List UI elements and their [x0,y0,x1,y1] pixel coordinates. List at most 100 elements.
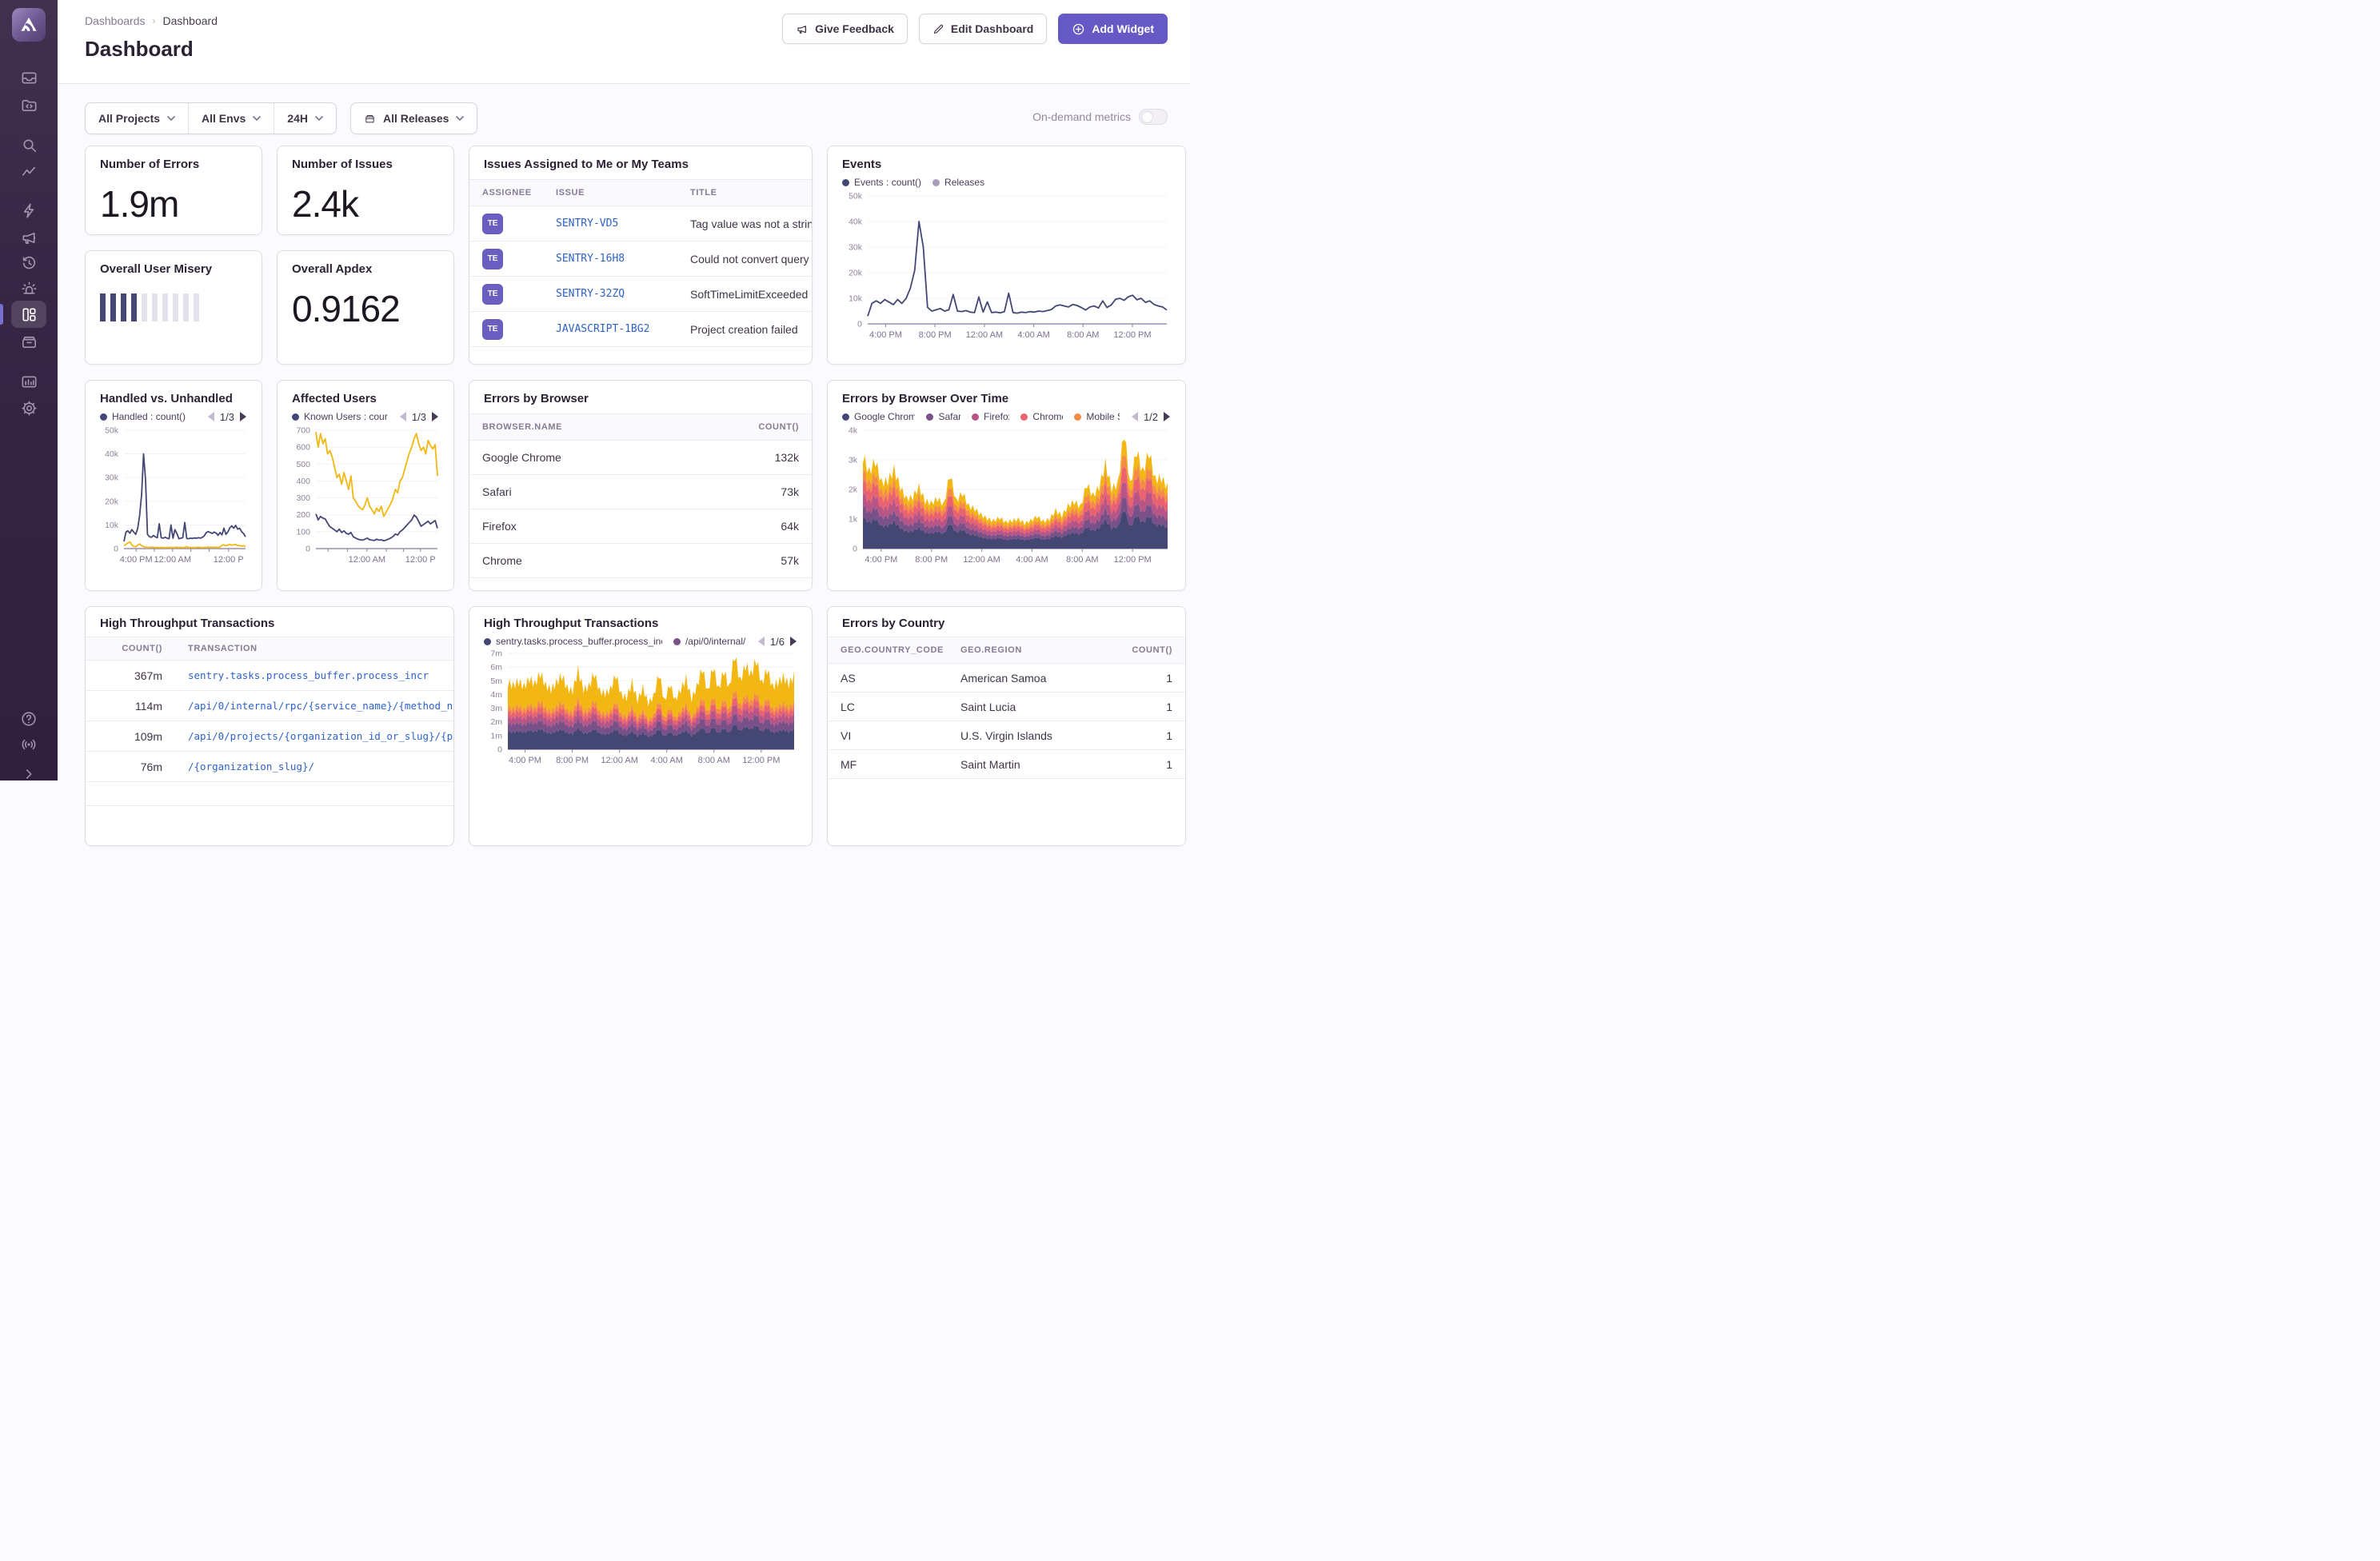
number-of-errors-value: 1.9m [100,182,247,226]
sidebar-item-feedback[interactable] [0,225,58,249]
release-filter-group: All Releases [350,102,478,134]
legend-item[interactable]: sentry.tasks.process_buffer.process_incr [484,636,662,647]
misery-bar-empty [152,293,158,321]
sidebar-item-issues[interactable] [0,66,58,90]
svg-text:4:00 PM: 4:00 PM [509,756,541,765]
issue-row: TEJAVASCRIPT-1BG2Project creation failed [469,312,812,347]
sidebar-item-performance[interactable] [0,159,58,183]
gear-icon [20,399,38,417]
sidebar-item-alerts[interactable] [0,277,58,301]
legend-label: Google Chrome [854,411,915,422]
widget-events: Events Events : count()Releases 010k20k3… [827,146,1186,365]
legend-item[interactable]: Mobile S [1074,411,1120,422]
legend-dot [100,413,107,421]
legend-item[interactable]: Handled : count() [100,411,186,422]
date-range-filter[interactable]: 24H [274,103,336,134]
pager-next-icon[interactable] [432,412,439,421]
svg-text:3k: 3k [849,456,858,465]
legend-item[interactable]: Chrome [1020,411,1063,422]
svg-text:12:00 AM: 12:00 AM [963,555,1000,565]
sidebar-item-dashboards[interactable] [0,302,58,326]
environment-filter-label: All Envs [202,112,246,125]
legend-item[interactable]: Events : count() [842,177,921,188]
svg-text:300: 300 [296,493,310,503]
pager-next-icon[interactable] [1164,412,1171,421]
browser-count: 73k [716,485,812,498]
chevron-down-icon [315,116,323,121]
add-widget-button[interactable]: Add Widget [1058,14,1168,44]
assignee-avatar[interactable]: TE [482,249,503,269]
breadcrumb-dashboards[interactable]: Dashboards [85,14,146,27]
legend-label: Known Users : cour [304,411,388,422]
pager-prev-icon[interactable] [207,412,214,421]
country-row: ASAmerican Samoa1 [828,664,1185,693]
widget-title: High Throughput Transactions [100,617,439,630]
svg-text:12:00 AM: 12:00 AM [966,330,1003,340]
table-header-row: COUNT()TRANSACTION [86,637,453,661]
issue-link[interactable]: SENTRY-VD5 [556,218,618,230]
release-filter[interactable]: All Releases [351,103,477,134]
sidebar-item-releases[interactable] [0,329,58,353]
pager-prev-icon[interactable] [399,412,406,421]
sidebar-item-collapse[interactable] [0,762,58,786]
legend-item[interactable]: Known Users : cour [292,411,388,422]
sidebar-item-starred[interactable] [0,198,58,222]
pager-next-icon[interactable] [790,637,797,646]
legend-item[interactable]: Google Chrome [842,411,915,422]
svg-text:0: 0 [114,545,118,554]
column-header: COUNT() [1116,645,1185,655]
svg-text:4k: 4k [849,426,858,436]
legend-dot [1074,413,1081,421]
svg-text:8:00 AM: 8:00 AM [1067,330,1099,340]
country-code: LC [828,701,948,713]
give-feedback-button[interactable]: Give Feedback [782,14,908,44]
search-icon [20,136,38,154]
sidebar-item-whats-new[interactable] [0,733,58,757]
on-demand-metrics-toggle[interactable] [1139,109,1168,125]
svg-text:12:00 P: 12:00 P [214,555,244,565]
issue-link[interactable]: JAVASCRIPT-1BG2 [556,323,649,335]
transaction-link[interactable]: /{organization_slug}/ [188,761,314,773]
sidebar-item-stats[interactable] [0,369,58,393]
megaphone-icon [796,22,809,35]
legend-item[interactable]: /api/0/internal/r [673,636,746,647]
environment-filter[interactable]: All Envs [188,103,274,134]
sentry-logo[interactable] [12,8,46,42]
sidebar-item-replays[interactable] [0,250,58,274]
assignee-avatar[interactable]: TE [482,214,503,234]
svg-text:200: 200 [296,510,310,520]
transaction-link[interactable]: /api/0/internal/rpc/{service_name}/{meth… [188,700,453,712]
country-region: Saint Lucia [948,701,1116,713]
legend-item[interactable]: Releases [932,177,984,188]
pager-prev-icon[interactable] [1131,412,1138,421]
column-header: GEO.REGION [948,645,1116,655]
browser-name: Chrome [469,554,716,567]
pager-prev-icon[interactable] [757,637,765,646]
widget-grid: Number of Errors 1.9m Number of Issues 2… [85,146,1186,846]
project-filter[interactable]: All Projects [86,103,188,134]
assignee-avatar[interactable]: TE [482,284,503,305]
legend-item[interactable]: Safari [926,411,960,422]
country-code: VI [828,729,948,742]
widget-title: Number of Issues [292,158,439,171]
transaction-link[interactable]: sentry.tasks.process_buffer.process_incr [188,669,429,681]
svg-text:700: 700 [296,426,310,436]
sidebar-item-explore[interactable] [0,133,58,157]
transaction-link[interactable]: /api/0/projects/{organization_id_or_slug… [188,730,453,742]
edit-dashboard-button[interactable]: Edit Dashboard [919,14,1047,44]
browser-name: Mobile Safari [469,589,716,591]
issue-link[interactable]: SENTRY-16H8 [556,253,625,265]
sidebar-item-settings[interactable] [0,396,58,420]
svg-text:4:00 PM: 4:00 PM [865,555,897,565]
pager-next-icon[interactable] [240,412,247,421]
on-demand-metrics-label: On-demand metrics [1032,110,1131,123]
browser-count: 33k [716,589,812,591]
widget-user-misery: Overall User Misery [85,250,262,365]
sidebar-item-help[interactable] [0,707,58,731]
assignee-avatar[interactable]: TE [482,319,503,340]
issue-link[interactable]: SENTRY-32ZQ [556,288,625,300]
legend-item[interactable]: Firefox [972,411,1009,422]
sidebar-item-projects[interactable] [0,93,58,117]
widget-apdex: Overall Apdex 0.9162 [277,250,454,365]
svg-text:8:00 AM: 8:00 AM [698,756,730,765]
